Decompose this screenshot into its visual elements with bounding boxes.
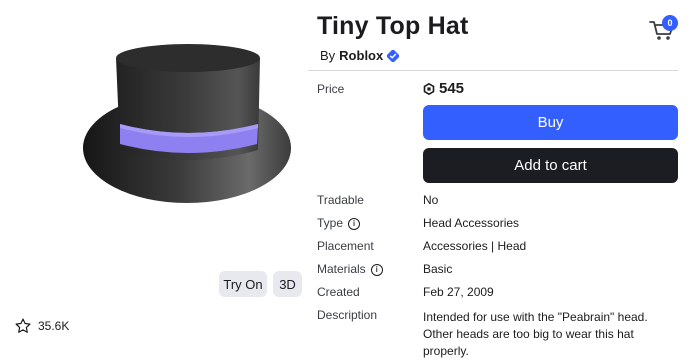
add-to-cart-button[interactable]: Add to cart — [423, 148, 678, 183]
try-on-button[interactable]: Try On — [219, 271, 267, 297]
favorite-button[interactable]: 35.6K — [14, 317, 69, 335]
info-icon[interactable]: i — [370, 263, 383, 276]
info-icon[interactable]: i — [348, 217, 361, 230]
by-prefix: By — [320, 48, 336, 63]
3d-view-button[interactable]: 3D — [273, 271, 302, 297]
materials-label: Materials i — [317, 262, 383, 276]
type-label: Type i — [317, 216, 361, 230]
top-hat-image — [83, 44, 291, 203]
verified-badge-icon — [387, 49, 400, 62]
materials-label-text: Materials — [317, 262, 366, 276]
price-value: 545 — [423, 80, 464, 97]
header-divider — [308, 70, 678, 71]
placement-label: Placement — [317, 239, 374, 253]
created-value: Feb 27, 2009 — [423, 285, 494, 299]
type-label-text: Type — [317, 216, 344, 230]
created-label: Created — [317, 285, 360, 299]
price-label: Price — [317, 82, 345, 96]
materials-value: Basic — [423, 262, 453, 276]
description-text: Intended for use with the "Peabrain" hea… — [423, 310, 648, 358]
robux-icon — [423, 82, 435, 95]
price-amount: 545 — [439, 80, 465, 97]
item-title: Tiny Top Hat — [317, 12, 469, 40]
placement-value: Accessories | Head — [423, 239, 527, 253]
buy-button[interactable]: Buy — [423, 105, 678, 140]
type-value: Head Accessories — [423, 216, 520, 230]
star-icon — [15, 318, 31, 333]
tradable-label: Tradable — [317, 193, 364, 207]
tradable-value: No — [423, 193, 439, 207]
creator-link[interactable]: Roblox — [339, 48, 383, 63]
creator-byline: By Roblox — [320, 48, 400, 63]
item-preview[interactable]: Try On 3D 35.6K — [0, 0, 305, 343]
description-label: Description — [317, 308, 378, 322]
cart-count-badge: 0 — [662, 15, 678, 31]
favorite-count: 35.6K — [38, 319, 70, 333]
